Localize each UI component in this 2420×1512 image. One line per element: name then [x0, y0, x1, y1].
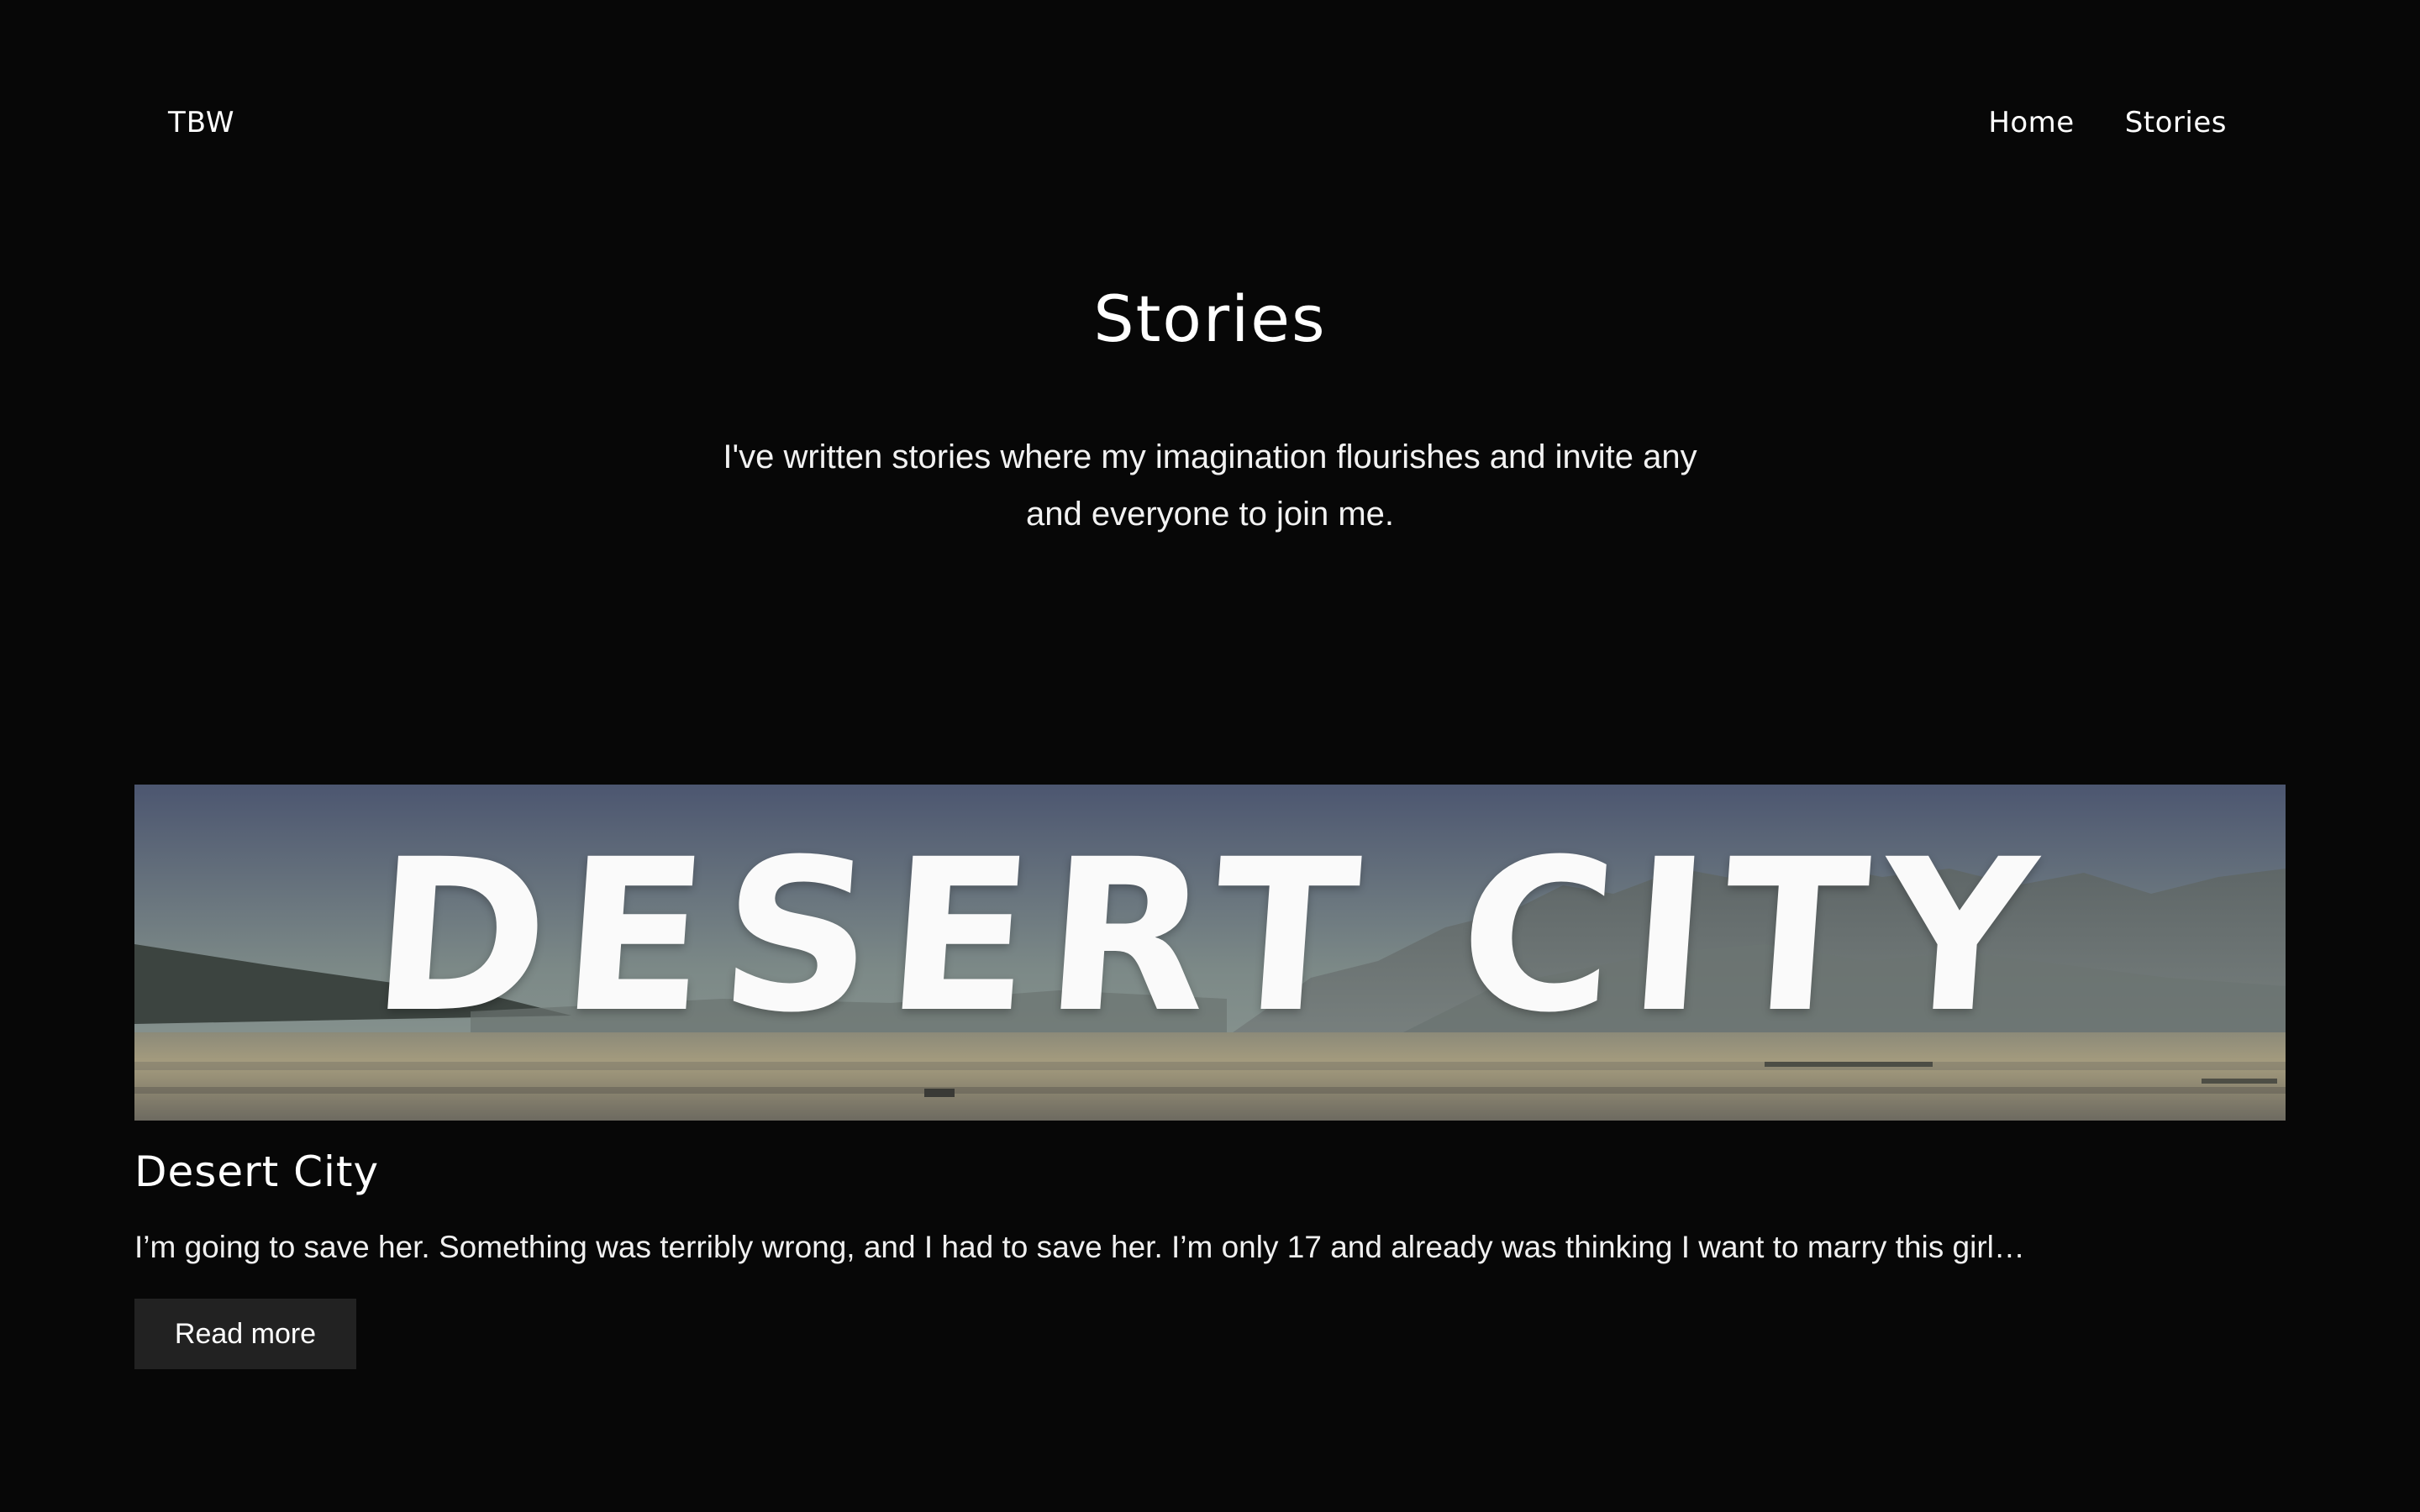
nav-link-home[interactable]: Home [1988, 106, 2074, 139]
page: TBW Home Stories Stories I've written st… [0, 0, 2420, 1512]
story-excerpt: I’m going to save her. Something was ter… [134, 1230, 2025, 1264]
page-description: I've written stories where my imaginatio… [723, 438, 1697, 533]
read-more-button[interactable]: Read more [134, 1299, 356, 1369]
story-title[interactable]: Desert City [134, 1147, 379, 1196]
site-header: TBW Home Stories [0, 0, 2420, 260]
nav-link-stories[interactable]: Stories [2125, 106, 2227, 139]
page-title: Stories [1093, 281, 1327, 356]
story-card: DESERT CITY Desert City I’m going to sav… [134, 785, 2286, 1369]
story-banner-title: DESERT CITY [365, 813, 2058, 1058]
site-logo[interactable]: TBW [168, 106, 235, 139]
story-banner-image[interactable]: DESERT CITY [134, 785, 2286, 1121]
main-nav: Home Stories [1988, 106, 2227, 139]
